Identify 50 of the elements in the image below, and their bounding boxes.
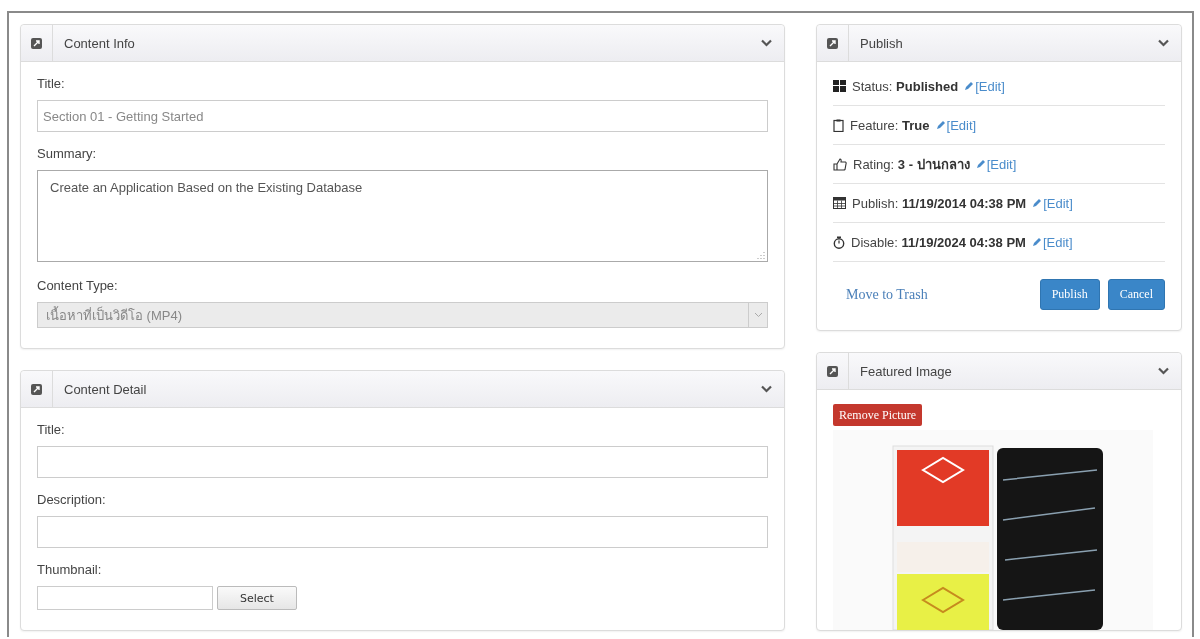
text-area[interactable]: Create an Application Based on the Existing Database <box>37 170 768 262</box>
pencil-icon <box>975 159 986 169</box>
thumbs-up-icon <box>833 157 847 171</box>
edit-link[interactable]: [Edit] <box>975 156 1017 172</box>
action-button[interactable]: Publish <box>1039 279 1100 310</box>
panel-title: Content Info <box>63 35 136 51</box>
chevron-down-icon[interactable] <box>1158 367 1169 375</box>
field-label: Thumbnail: <box>37 562 103 577</box>
status-text: Rating: 3 - ปานกลาง <box>853 155 970 174</box>
field-label: Description: <box>37 492 107 507</box>
edit-link[interactable]: [Edit] <box>1032 195 1073 211</box>
text-field[interactable] <box>37 446 768 478</box>
status-text: Disable: 11/19/2024 04:38 PM <box>851 234 1026 250</box>
stopwatch-icon <box>833 235 845 249</box>
field-label: Content Type: <box>37 278 119 293</box>
expand-icon[interactable] <box>827 37 838 49</box>
chevron-down-icon <box>753 312 763 318</box>
chevron-down-icon[interactable] <box>761 39 772 47</box>
edit-link[interactable]: [Edit] <box>1031 234 1073 250</box>
edit-link[interactable]: [Edit] <box>964 78 1005 94</box>
calendar-icon <box>833 197 846 209</box>
chevron-down-icon[interactable] <box>1158 39 1169 47</box>
move-to-trash-link[interactable]: Move to Trash <box>846 286 1032 303</box>
pencil-icon <box>935 120 946 130</box>
field-label: Title: <box>37 422 66 437</box>
status-text: Publish: 11/19/2014 04:38 PM <box>852 195 1027 211</box>
pencil-icon <box>964 81 975 91</box>
remove-picture-button[interactable]: Remove Picture <box>833 404 922 426</box>
edit-link[interactable]: [Edit] <box>935 117 977 133</box>
panel-title: Featured Image <box>859 363 953 379</box>
pencil-icon <box>1032 198 1043 208</box>
resize-grip-icon[interactable] <box>757 251 765 259</box>
select-button[interactable]: Select <box>217 586 297 610</box>
file-field[interactable] <box>37 586 213 610</box>
status-text: Feature: True <box>850 117 930 133</box>
panel-title: Content Detail <box>63 381 148 397</box>
expand-icon[interactable] <box>827 365 838 377</box>
pencil-icon <box>1031 237 1042 247</box>
action-button[interactable]: Cancel <box>1107 279 1165 310</box>
clipboard-icon <box>833 118 844 132</box>
expand-icon[interactable] <box>31 383 42 395</box>
field-label: Summary: <box>37 146 98 161</box>
status-text: Status: Published <box>852 78 959 94</box>
grid-icon <box>833 80 846 92</box>
text-field[interactable] <box>37 516 768 548</box>
chevron-down-icon[interactable] <box>761 385 772 393</box>
expand-icon[interactable] <box>31 37 42 49</box>
text-field[interactable]: Section 01 - Getting Started <box>37 100 768 132</box>
field-label: Title: <box>37 76 66 91</box>
panel-title: Publish <box>859 35 904 51</box>
